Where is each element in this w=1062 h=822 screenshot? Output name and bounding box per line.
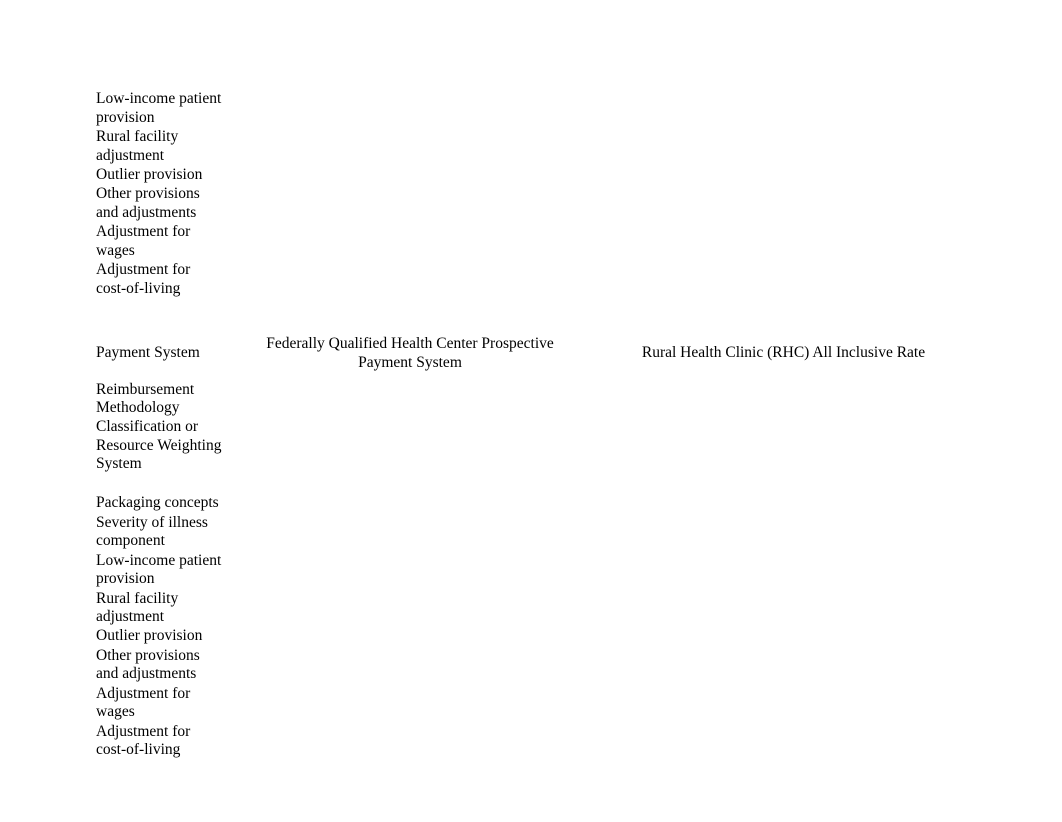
empty-cell bbox=[590, 513, 977, 551]
table-row: Rural facility adjustment bbox=[85, 589, 977, 627]
row-label: Rural facility adjustment bbox=[85, 128, 230, 166]
table-row: Adjustment for wages bbox=[85, 684, 977, 722]
table-row: Adjustment for cost-of-living bbox=[85, 261, 977, 299]
table-row: Outlier provision bbox=[85, 166, 977, 185]
empty-cell bbox=[720, 90, 977, 128]
empty-cell bbox=[230, 261, 460, 299]
empty-cell bbox=[230, 128, 460, 166]
table-row: Reimbursement Methodology bbox=[85, 380, 977, 418]
row-label: Classification or Resource Weighting Sys… bbox=[85, 418, 230, 474]
empty-cell bbox=[720, 261, 977, 299]
row-label: Outlier provision bbox=[85, 627, 230, 646]
empty-cell bbox=[460, 90, 720, 128]
table-row: Classification or Resource Weighting Sys… bbox=[85, 418, 977, 474]
empty-cell bbox=[720, 128, 977, 166]
row-label: Other provisions and adjustments bbox=[85, 646, 230, 684]
row-label: Reimbursement Methodology bbox=[85, 380, 230, 418]
spacer-row bbox=[85, 474, 977, 494]
empty-cell bbox=[460, 166, 720, 185]
table-row: Rural facility adjustment bbox=[85, 128, 977, 166]
table-row: Adjustment for wages bbox=[85, 223, 977, 261]
empty-cell bbox=[230, 494, 590, 513]
row-label: Adjustment for wages bbox=[85, 684, 230, 722]
table-row: Low-income patient provision bbox=[85, 90, 977, 128]
table-row: Severity of illness component bbox=[85, 513, 977, 551]
empty-cell bbox=[230, 646, 590, 684]
table-row: Other provisions and adjustments bbox=[85, 646, 977, 684]
header-col-b: Rural Health Clinic (RHC) All Inclusive … bbox=[590, 327, 977, 380]
empty-cell bbox=[230, 418, 590, 474]
empty-cell bbox=[460, 185, 720, 223]
table-row: Packaging concepts bbox=[85, 494, 977, 513]
empty-cell bbox=[720, 185, 977, 223]
empty-cell bbox=[230, 722, 590, 760]
empty-cell bbox=[590, 646, 977, 684]
empty-cell bbox=[230, 223, 460, 261]
empty-cell bbox=[230, 166, 460, 185]
empty-cell bbox=[460, 223, 720, 261]
payment-system-table-1: Low-income patient provision Rural facil… bbox=[85, 90, 977, 299]
table-row: Outlier provision bbox=[85, 627, 977, 646]
row-label: Other provisions and adjustments bbox=[85, 185, 230, 223]
empty-cell bbox=[590, 551, 977, 589]
row-label: Outlier provision bbox=[85, 166, 230, 185]
header-col-a: Federally Qualified Health Center Prospe… bbox=[230, 327, 590, 380]
empty-cell bbox=[230, 90, 460, 128]
empty-cell bbox=[720, 223, 977, 261]
empty-cell bbox=[590, 418, 977, 474]
payment-system-table-2: Payment System Federally Qualified Healt… bbox=[85, 327, 977, 760]
empty-cell bbox=[230, 589, 590, 627]
empty-cell bbox=[590, 722, 977, 760]
empty-cell bbox=[230, 513, 590, 551]
row-label: Adjustment for wages bbox=[85, 223, 230, 261]
table-row: Low-income patient provision bbox=[85, 551, 977, 589]
empty-cell bbox=[590, 494, 977, 513]
empty-cell bbox=[230, 185, 460, 223]
row-label: Rural facility adjustment bbox=[85, 589, 230, 627]
row-label: Severity of illness component bbox=[85, 513, 230, 551]
empty-cell bbox=[460, 128, 720, 166]
row-label: Adjustment for cost-of-living bbox=[85, 722, 230, 760]
row-label: Low-income patient provision bbox=[85, 551, 230, 589]
table-row: Other provisions and adjustments bbox=[85, 185, 977, 223]
header-label: Payment System bbox=[85, 327, 230, 380]
empty-cell bbox=[590, 589, 977, 627]
empty-cell bbox=[590, 684, 977, 722]
empty-cell bbox=[230, 684, 590, 722]
row-label: Low-income patient provision bbox=[85, 90, 230, 128]
empty-cell bbox=[460, 261, 720, 299]
empty-cell bbox=[230, 380, 590, 418]
empty-cell bbox=[720, 166, 977, 185]
empty-cell bbox=[230, 627, 590, 646]
row-label: Adjustment for cost-of-living bbox=[85, 261, 230, 299]
empty-cell bbox=[230, 551, 590, 589]
empty-cell bbox=[590, 380, 977, 418]
empty-cell bbox=[590, 627, 977, 646]
table-header-row: Payment System Federally Qualified Healt… bbox=[85, 327, 977, 380]
table-row: Adjustment for cost-of-living bbox=[85, 722, 977, 760]
row-label: Packaging concepts bbox=[85, 494, 230, 513]
